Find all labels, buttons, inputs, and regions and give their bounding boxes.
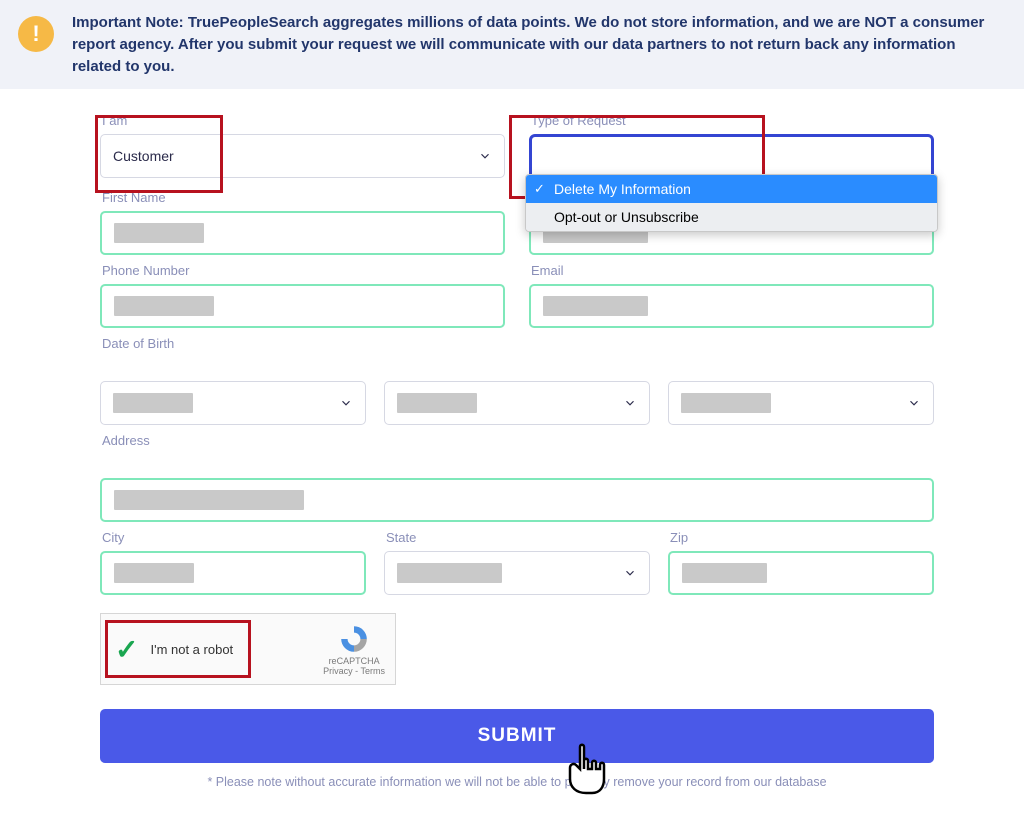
submit-button[interactable]: SUBMIT	[100, 709, 934, 763]
zip-label: Zip	[668, 530, 934, 545]
first-name-input[interactable]	[100, 211, 505, 255]
redacted-block	[397, 563, 502, 583]
redacted-block	[114, 490, 304, 510]
recaptcha-legal: Privacy - Terms	[323, 666, 385, 676]
redacted-block	[114, 563, 194, 583]
email-label: Email	[529, 263, 934, 278]
first-name-label: First Name	[100, 190, 505, 205]
type-of-request-label: Type of Request	[529, 113, 934, 128]
chevron-down-icon	[478, 149, 492, 163]
phone-label: Phone Number	[100, 263, 505, 278]
important-notice-banner: ! Important Note: TruePeopleSearch aggre…	[0, 0, 1024, 89]
recaptcha-brand: reCAPTCHA	[323, 656, 385, 666]
city-input[interactable]	[100, 551, 366, 595]
notice-text: Important Note: TruePeopleSearch aggrega…	[72, 12, 988, 77]
check-icon: ✓	[534, 181, 545, 197]
dropdown-item-label: Delete My Information	[554, 181, 691, 197]
redacted-block	[543, 296, 648, 316]
city-label: City	[100, 530, 366, 545]
redacted-block	[114, 296, 214, 316]
zip-input[interactable]	[668, 551, 934, 595]
dob-label: Date of Birth	[100, 336, 934, 351]
type-of-request-dropdown: ✓ Delete My Information Opt-out or Unsub…	[525, 174, 938, 232]
redacted-block	[114, 223, 204, 243]
redacted-block	[113, 393, 193, 413]
redacted-block	[682, 563, 767, 583]
recaptcha-logo-icon	[338, 623, 370, 655]
footnote-text: * Please note without accurate informati…	[100, 775, 934, 789]
dob-day-select[interactable]	[384, 381, 650, 425]
email-input[interactable]	[529, 284, 934, 328]
chevron-down-icon	[623, 566, 637, 580]
exclamation-icon: !	[18, 16, 54, 52]
checkmark-icon: ✓	[115, 633, 138, 666]
dob-year-select[interactable]	[668, 381, 934, 425]
recaptcha-label: I'm not a robot	[150, 642, 233, 657]
phone-input[interactable]	[100, 284, 505, 328]
opt-out-form: I am Customer Type of Request ✓ Delete M…	[0, 89, 1024, 789]
dob-month-select[interactable]	[100, 381, 366, 425]
iam-select[interactable]: Customer	[100, 134, 505, 178]
chevron-down-icon	[623, 396, 637, 410]
address-label: Address	[100, 433, 934, 448]
address-input[interactable]	[100, 478, 934, 522]
dropdown-item-delete[interactable]: ✓ Delete My Information	[526, 175, 937, 203]
redacted-block	[681, 393, 771, 413]
state-select[interactable]	[384, 551, 650, 595]
redacted-block	[397, 393, 477, 413]
iam-value: Customer	[113, 148, 174, 164]
iam-label: I am	[100, 113, 505, 128]
dropdown-item-optout[interactable]: Opt-out or Unsubscribe	[526, 203, 937, 231]
recaptcha-widget[interactable]: ✓ I'm not a robot reCAPTCHA Privacy - Te…	[100, 613, 396, 685]
chevron-down-icon	[339, 396, 353, 410]
state-label: State	[384, 530, 650, 545]
chevron-down-icon	[907, 396, 921, 410]
dropdown-item-label: Opt-out or Unsubscribe	[554, 209, 699, 225]
